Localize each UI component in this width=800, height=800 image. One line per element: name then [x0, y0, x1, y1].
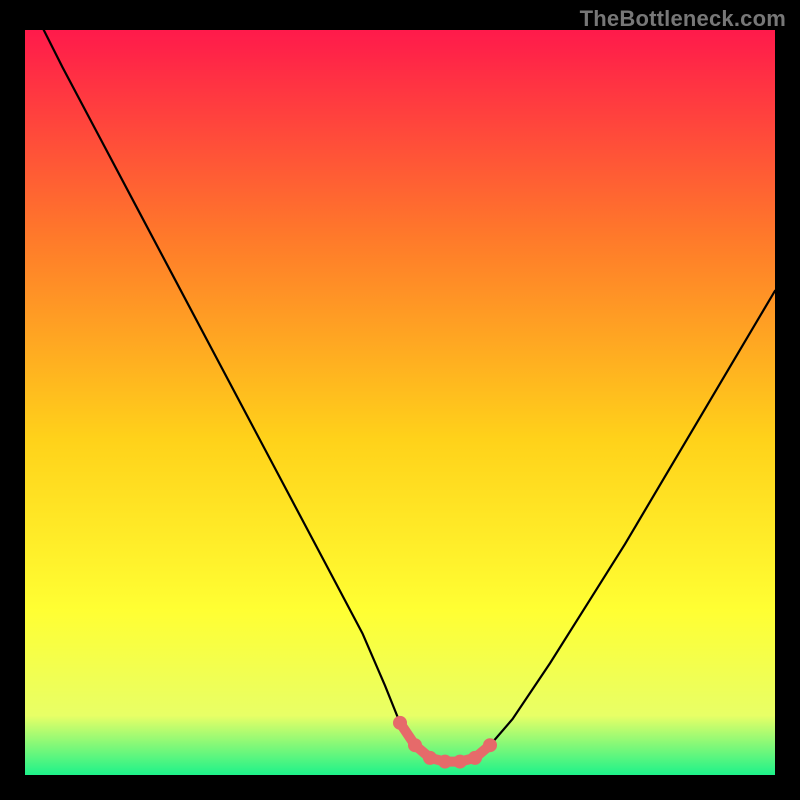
marker-dot [483, 738, 497, 752]
chart-frame: TheBottleneck.com [0, 0, 800, 800]
marker-dot [408, 738, 422, 752]
plot-area [25, 30, 775, 775]
marker-dot [453, 755, 467, 769]
chart-svg [25, 30, 775, 775]
attribution-text: TheBottleneck.com [580, 6, 786, 32]
marker-dot [438, 755, 452, 769]
marker-dot [468, 751, 482, 765]
marker-dot [393, 716, 407, 730]
marker-dot [423, 751, 437, 765]
gradient-background [25, 30, 775, 775]
